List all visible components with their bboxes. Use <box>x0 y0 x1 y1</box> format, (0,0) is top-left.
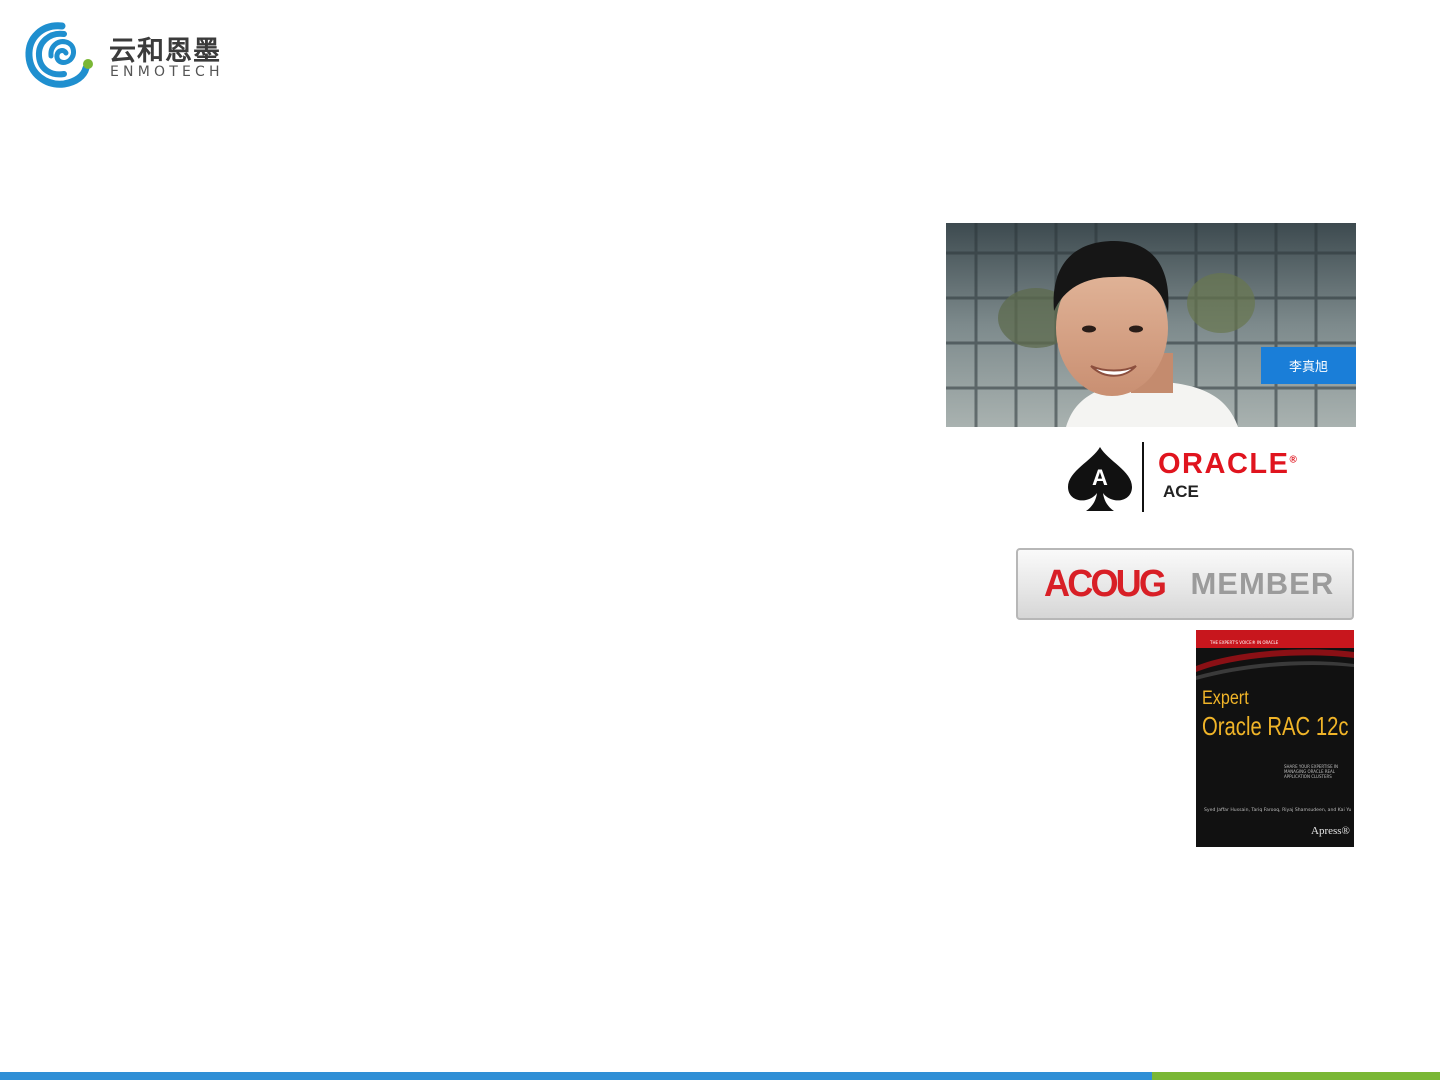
oracle-ace-badge: A ORACLE® ACE <box>1058 440 1356 516</box>
badge-divider <box>1142 442 1144 512</box>
book-title-line1: Expert <box>1202 688 1249 709</box>
footer-green-segment <box>1152 1072 1440 1080</box>
speaker-portrait-image <box>946 223 1356 427</box>
book-publisher: Apress® <box>1311 825 1350 837</box>
ace-label: ACE <box>1163 482 1199 501</box>
book-title-line2: Oracle RAC 12c <box>1202 711 1349 741</box>
book-authors: Syed Jaffar Hussain, Tariq Farooq, Riyaj… <box>1204 808 1352 813</box>
enmotech-swirl-icon <box>25 22 93 88</box>
spade-letter: A <box>1092 465 1108 490</box>
acoug-member-badge: ACOUG MEMBER <box>1016 548 1354 620</box>
footer-blue-segment <box>0 1072 1152 1080</box>
enmotech-logo: 云和恩墨 ENMOTECH <box>24 18 244 90</box>
footer-color-bar <box>0 1072 1440 1080</box>
acoug-wordmark: ACOUG <box>1044 562 1167 605</box>
company-name-cn: 云和恩墨 <box>109 36 221 67</box>
speaker-photo: 李真旭 <box>946 223 1356 427</box>
speaker-name-tag: 李真旭 <box>1261 347 1356 384</box>
spade-icon: A <box>1068 447 1132 511</box>
book-cover: THE EXPERT'S VOICE® IN ORACLE Expert Ora… <box>1196 630 1354 847</box>
member-label: MEMBER <box>1190 566 1335 601</box>
book-cover-stripes <box>1196 649 1354 680</box>
company-name-en: ENMOTECH <box>110 64 224 80</box>
oracle-wordmark: ORACLE® <box>1158 448 1299 480</box>
book-subtitle: SHARE YOUR EXPERTISE IN MANAGING ORACLE … <box>1284 764 1339 779</box>
